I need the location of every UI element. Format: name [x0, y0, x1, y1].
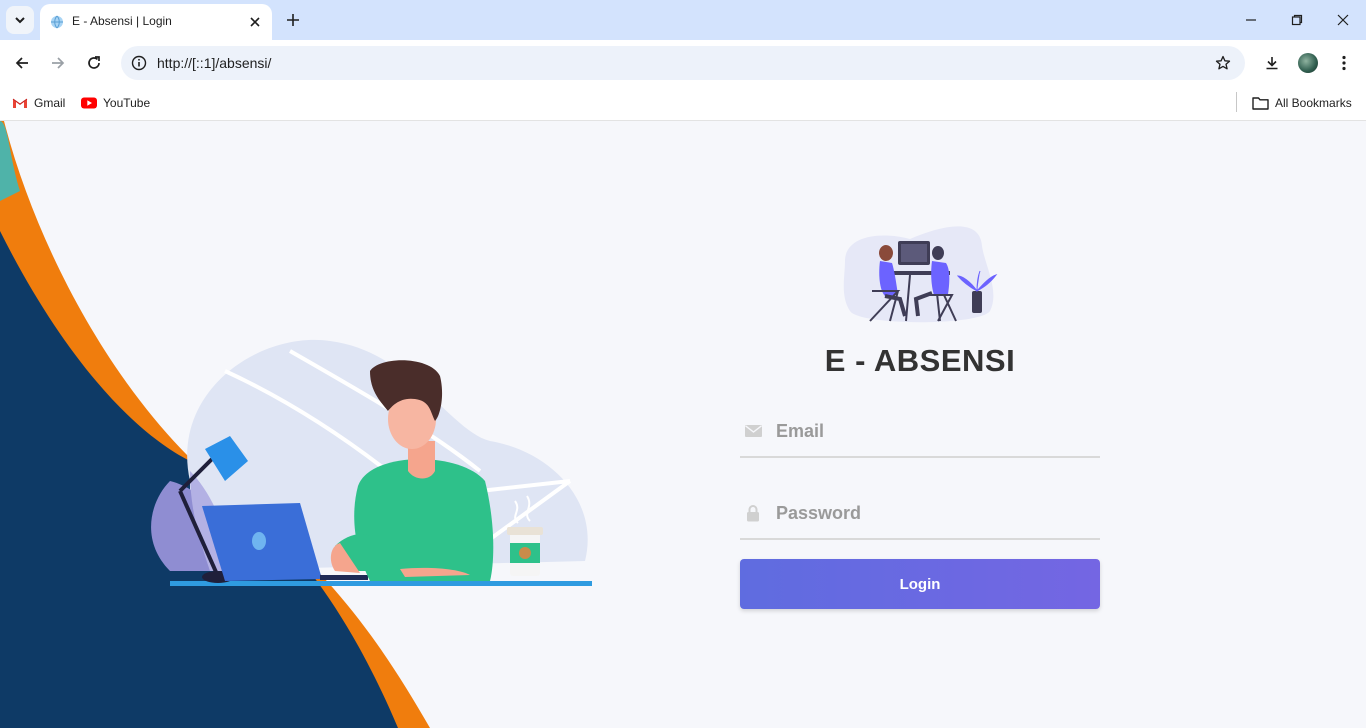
- address-bar[interactable]: http://[::1]/absensi/: [121, 46, 1245, 80]
- site-info-button[interactable]: [129, 53, 149, 73]
- plus-icon: [287, 14, 299, 26]
- lock-icon: [744, 504, 762, 522]
- restore-icon: [1291, 14, 1303, 26]
- email-field-wrapper: [740, 406, 1100, 458]
- arrow-left-icon: [15, 57, 28, 69]
- forward-button[interactable]: [44, 49, 72, 77]
- bookmark-label: Gmail: [34, 96, 66, 110]
- close-window-button[interactable]: [1326, 6, 1360, 34]
- new-tab-button[interactable]: [281, 8, 305, 32]
- info-icon: [131, 55, 147, 71]
- all-bookmarks-button[interactable]: All Bookmarks: [1252, 93, 1352, 113]
- reload-icon: [88, 56, 100, 69]
- all-bookmarks-label: All Bookmarks: [1275, 96, 1352, 110]
- login-page: E - ABSENSI Login: [0, 121, 1366, 728]
- download-icon: [1266, 57, 1278, 70]
- password-field-wrapper: [740, 488, 1100, 540]
- minimize-icon: [1246, 19, 1256, 21]
- more-vertical-icon: [1342, 55, 1346, 71]
- chevron-down-icon: [15, 17, 25, 24]
- profile-button[interactable]: [1294, 49, 1322, 77]
- coworking-logo-illustration: [843, 226, 998, 323]
- bookmark-youtube[interactable]: YouTube: [81, 93, 150, 113]
- close-icon: [250, 17, 260, 27]
- restore-button[interactable]: [1280, 6, 1314, 34]
- gmail-icon: [12, 98, 28, 108]
- menu-button[interactable]: [1330, 49, 1358, 77]
- tab-search-button[interactable]: [6, 6, 34, 34]
- close-tab-button[interactable]: [246, 13, 264, 31]
- star-icon: [1215, 55, 1231, 70]
- arrow-right-icon: [52, 57, 65, 69]
- tab-title: E - Absensi | Login: [72, 14, 172, 28]
- globe-icon: [51, 15, 63, 29]
- app-title: E - ABSENSI: [824, 343, 1016, 378]
- password-input[interactable]: [774, 496, 1098, 530]
- avatar: [1298, 53, 1318, 73]
- email-input[interactable]: [774, 414, 1098, 448]
- bookmark-star-button[interactable]: [1213, 53, 1233, 73]
- envelope-icon: [744, 422, 762, 440]
- downloads-button[interactable]: [1258, 49, 1286, 77]
- bookmarks-separator: [1236, 92, 1237, 112]
- folder-icon: [1252, 97, 1269, 110]
- back-button[interactable]: [8, 49, 36, 77]
- minimize-button[interactable]: [1234, 6, 1268, 34]
- bookmark-label: YouTube: [103, 96, 151, 110]
- person-at-laptop-illustration: [151, 339, 592, 586]
- close-icon: [1337, 14, 1349, 26]
- tab-strip: E - Absensi | Login: [0, 0, 1366, 40]
- browser-toolbar: http://[::1]/absensi/: [0, 40, 1366, 86]
- login-panel: E - ABSENSI Login: [740, 121, 1100, 728]
- bookmarks-bar: Gmail YouTube All Bookmarks: [0, 86, 1366, 121]
- youtube-icon: [81, 97, 97, 109]
- bookmark-gmail[interactable]: Gmail: [12, 93, 65, 113]
- reload-button[interactable]: [80, 49, 108, 77]
- browser-tab[interactable]: E - Absensi | Login: [40, 4, 272, 40]
- url-text: http://[::1]/absensi/: [157, 55, 272, 71]
- login-button[interactable]: Login: [740, 559, 1100, 609]
